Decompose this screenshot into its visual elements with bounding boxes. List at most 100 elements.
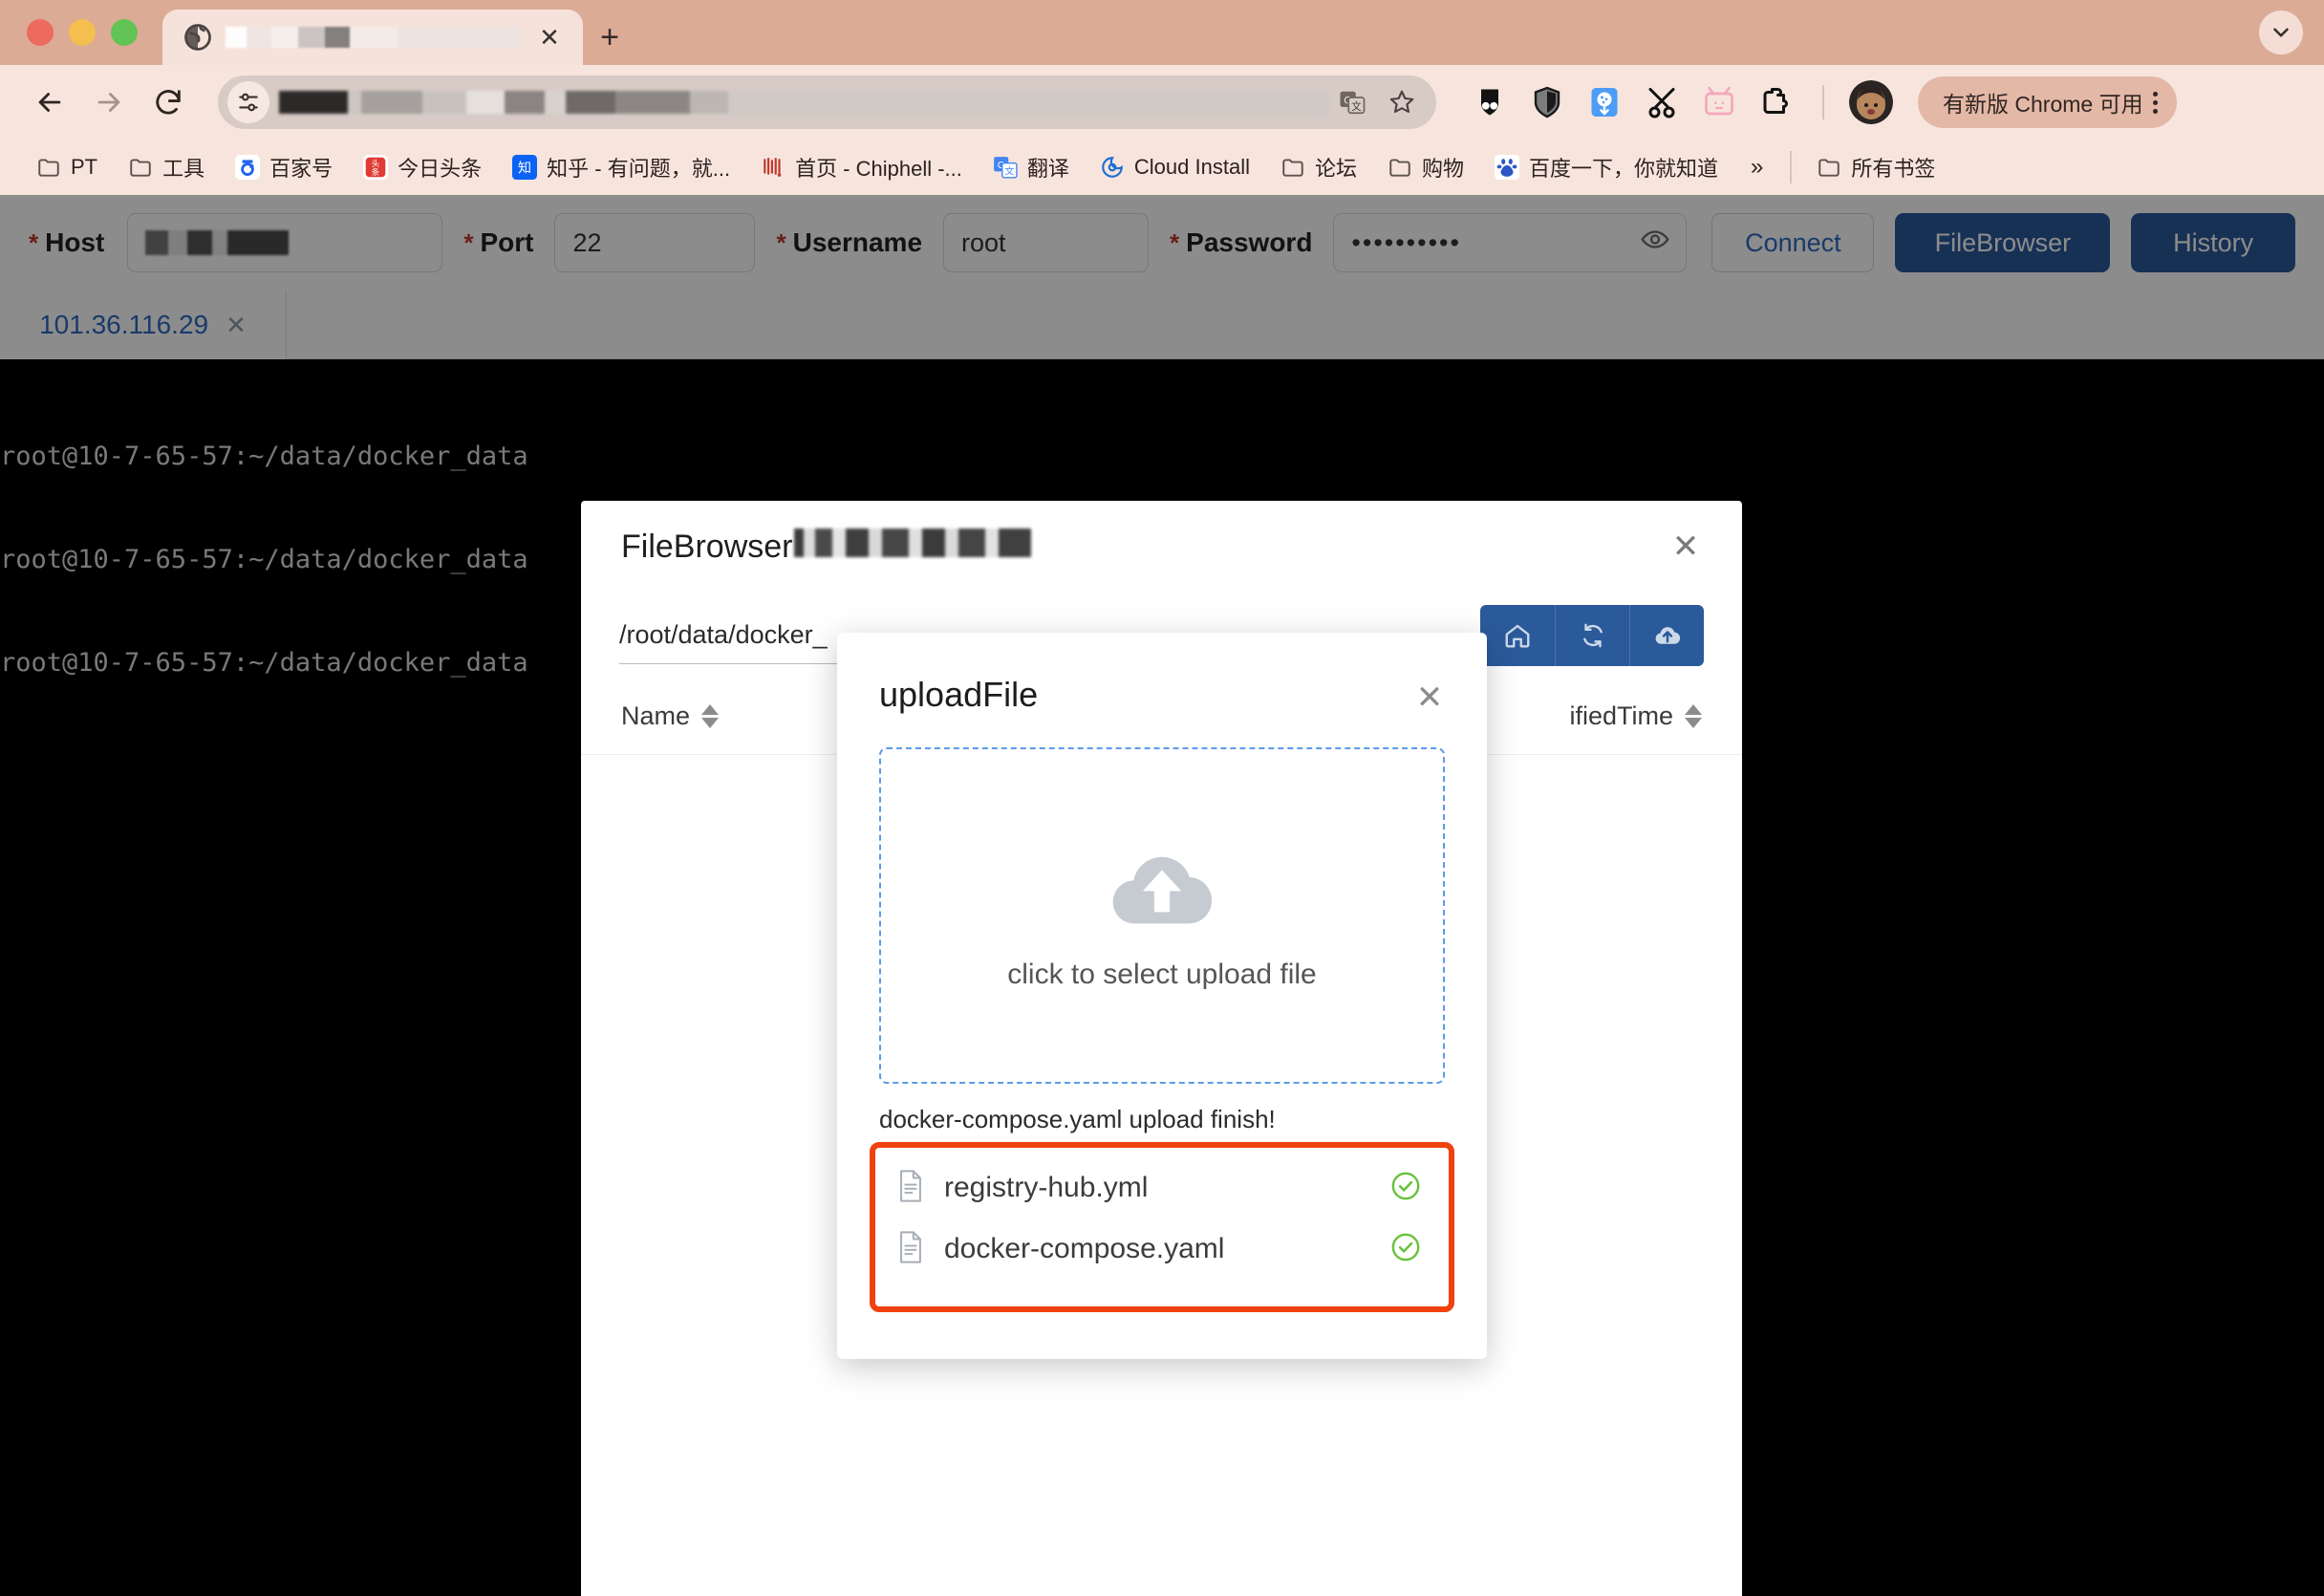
check-circle-icon — [1389, 1231, 1422, 1268]
folder-icon — [1280, 155, 1305, 180]
bookmarks-overflow-button[interactable]: » — [1733, 154, 1780, 181]
svg-text:条: 条 — [372, 166, 380, 177]
tune-icon[interactable] — [227, 81, 269, 123]
minimize-window-button[interactable] — [69, 19, 96, 46]
column-header-label: Name — [621, 701, 691, 730]
column-header-name[interactable]: Name — [621, 701, 720, 731]
sort-icon[interactable] — [701, 704, 720, 728]
svg-text:知: 知 — [518, 160, 531, 175]
svg-text:文: 文 — [1004, 165, 1014, 178]
column-header-modifiedtime[interactable]: ifiedTime — [1569, 701, 1702, 731]
folder-icon — [128, 155, 153, 180]
upload-button[interactable] — [1629, 605, 1704, 666]
google-translate-icon: G文 — [993, 155, 1018, 180]
file-icon — [896, 1169, 925, 1207]
filebrowser-modal-title: FileBrowser — [621, 528, 1032, 566]
dropzone-label: click to select upload file — [1007, 958, 1317, 990]
bookmark-label: 翻译 — [1026, 157, 1069, 181]
back-button[interactable] — [23, 75, 76, 129]
bookmark-label: 百家号 — [269, 157, 334, 181]
filebrowser-title-text: FileBrowser — [621, 528, 793, 565]
column-header-label: ifiedTime — [1569, 701, 1673, 730]
file-icon — [896, 1230, 925, 1268]
new-tab-button[interactable]: + — [583, 10, 636, 65]
bookmark-item-pt[interactable]: PT — [21, 146, 113, 188]
bookmark-item-zhihu[interactable]: 知 知乎 - 有问题，就... — [497, 146, 745, 188]
extension-tv-icon[interactable] — [1698, 81, 1740, 123]
folder-icon — [1388, 155, 1412, 180]
bookmark-item-baijiahao[interactable]: 百家号 — [220, 146, 348, 188]
bookmark-label: 论坛 — [1314, 157, 1357, 181]
folder-icon — [1817, 155, 1841, 180]
extension-puzzle-icon[interactable] — [1755, 81, 1797, 123]
bookmark-item-forum[interactable]: 论坛 — [1265, 146, 1372, 188]
address-bar[interactable]: G文 — [218, 75, 1436, 129]
bookmark-item-shopping[interactable]: 购物 — [1372, 146, 1479, 188]
file-name-label: registry-hub.yml — [944, 1172, 1149, 1203]
extension-cookie-icon[interactable] — [1583, 81, 1625, 123]
tabstrip-right-controls — [2259, 0, 2324, 65]
cloud-icon — [1100, 155, 1125, 180]
upload-status-text: docker-compose.yaml upload finish! — [879, 1105, 1276, 1133]
list-item[interactable]: docker-compose.yaml — [875, 1219, 1449, 1280]
upload-dropzone[interactable]: click to select upload file — [879, 747, 1445, 1084]
all-bookmarks-button[interactable]: 所有书签 — [1801, 146, 1950, 188]
chiphell-icon — [761, 155, 785, 180]
bookmark-item-translate[interactable]: G文 翻译 — [978, 146, 1085, 188]
bookmark-item-tools[interactable]: 工具 — [113, 146, 220, 188]
page-content: * Host * Port 22 * Username root * Passw… — [0, 195, 2324, 1596]
close-filebrowser-button[interactable]: ✕ — [1662, 523, 1710, 571]
cloud-upload-icon — [1105, 841, 1219, 938]
browser-toolbar: G文 — [0, 65, 2324, 140]
bookmark-label: PT — [71, 155, 98, 179]
close-tab-button[interactable]: ✕ — [533, 21, 566, 54]
filebrowser-title-host-redacted — [794, 528, 1032, 557]
close-window-button[interactable] — [27, 19, 54, 46]
bookmark-label: 百度一下，你就知道 — [1529, 157, 1719, 181]
bookmark-label: 今日头条 — [398, 157, 483, 181]
reload-button[interactable] — [141, 75, 195, 129]
browser-window: ✕ + G文 — [0, 0, 2324, 1596]
extension-shield-icon[interactable] — [1526, 81, 1568, 123]
chrome-menu-icon[interactable] — [2152, 91, 2158, 114]
extension-scissors-icon[interactable] — [1641, 81, 1683, 123]
filebrowser-action-buttons — [1480, 605, 1704, 666]
bookmark-label: 首页 - Chiphell -... — [795, 157, 962, 181]
close-upload-modal-button[interactable]: ✕ — [1407, 675, 1452, 721]
upload-modal-title: uploadFile — [879, 675, 1039, 714]
bookmark-label: Cloud Install — [1133, 155, 1250, 179]
chevron-down-icon[interactable] — [2259, 11, 2303, 54]
bookmark-item-chiphell[interactable]: 首页 - Chiphell -... — [745, 146, 978, 188]
baidu-icon — [1495, 155, 1520, 180]
toolbar-divider — [1822, 85, 1824, 119]
avatar[interactable] — [1849, 80, 1893, 124]
star-icon[interactable] — [1379, 79, 1425, 125]
bookmark-label: 工具 — [162, 157, 205, 181]
bookmarks-bar: PT 工具 百家号 头条 今日头条 知 知乎 - 有问题，就... 首页 - C… — [0, 140, 2324, 195]
browser-tab[interactable]: ✕ — [162, 10, 583, 65]
forward-button[interactable] — [82, 75, 136, 129]
bookmark-label: 购物 — [1422, 157, 1465, 181]
extension-bitwarden-icon[interactable] — [1469, 81, 1511, 123]
refresh-button[interactable] — [1555, 605, 1629, 666]
bookmarks-divider — [1790, 151, 1793, 183]
omnibox-actions: G文 — [1329, 79, 1425, 125]
globe-icon — [183, 23, 212, 52]
bookmark-item-baidu[interactable]: 百度一下，你就知道 — [1479, 146, 1733, 188]
filebrowser-modal-header: FileBrowser ✕ — [581, 501, 1742, 593]
url-text — [279, 91, 1329, 114]
home-button[interactable] — [1480, 605, 1555, 666]
list-item[interactable]: registry-hub.yml — [875, 1157, 1449, 1219]
chrome-update-label: 有新版 Chrome 可用 — [1943, 92, 2143, 117]
tab-strip: ✕ + — [0, 0, 2324, 65]
bookmark-item-cloud-install[interactable]: Cloud Install — [1085, 146, 1265, 188]
tab-title — [226, 27, 520, 48]
chrome-update-button[interactable]: 有新版 Chrome 可用 — [1918, 76, 2177, 128]
extension-icons: 有新版 Chrome 可用 — [1469, 76, 2177, 128]
translate-icon[interactable]: G文 — [1329, 79, 1375, 125]
zhihu-icon: 知 — [512, 155, 538, 180]
sort-icon[interactable] — [1685, 704, 1702, 728]
bookmark-item-toutiao[interactable]: 头条 今日头条 — [348, 146, 497, 188]
maximize-window-button[interactable] — [111, 19, 138, 46]
check-circle-icon — [1389, 1170, 1422, 1207]
